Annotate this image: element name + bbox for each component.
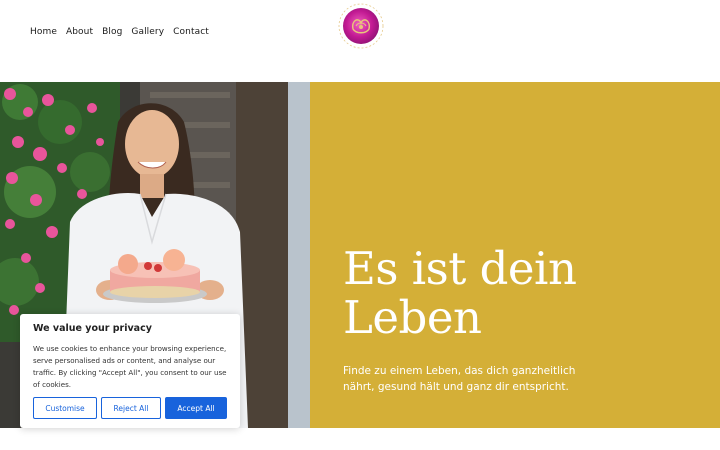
hero-title-line1: Es ist dein (343, 242, 577, 295)
hero-subtitle-line1: Finde zu einem Leben, das dich ganzheitl… (343, 365, 576, 377)
rose-gold-logo-icon (338, 3, 384, 49)
accept-all-button[interactable]: Accept All (165, 397, 227, 419)
nav-gallery[interactable]: Gallery (131, 27, 164, 37)
customise-button[interactable]: Customise (33, 397, 97, 419)
main-nav: Home About Blog Gallery Contact (30, 27, 209, 37)
cookie-text: We use cookies to enhance your browsing … (33, 344, 227, 389)
nav-about[interactable]: About (66, 27, 93, 37)
hero-subtitle: Finde zu einem Leben, das dich ganzheitl… (343, 364, 603, 395)
hero-panel: Es ist dein Leben Finde zu einem Leben, … (310, 82, 720, 428)
cookie-buttons: Customise Reject All Accept All (33, 397, 227, 419)
hero-title: Es ist dein Leben (343, 244, 643, 342)
cookie-title: We value your privacy (33, 323, 152, 334)
site-logo[interactable] (334, 2, 388, 54)
hero-title-line2: Leben (343, 291, 482, 344)
reject-all-button[interactable]: Reject All (101, 397, 161, 419)
nav-home[interactable]: Home (30, 27, 57, 37)
cookie-consent-banner: We value your privacy We use cookies to … (20, 314, 240, 428)
site-header: Home About Blog Gallery Contact (0, 0, 720, 82)
nav-blog[interactable]: Blog (102, 27, 122, 37)
nav-contact[interactable]: Contact (173, 27, 209, 37)
hero-subtitle-line2: nährt, gesund hält und ganz dir entspric… (343, 380, 569, 393)
